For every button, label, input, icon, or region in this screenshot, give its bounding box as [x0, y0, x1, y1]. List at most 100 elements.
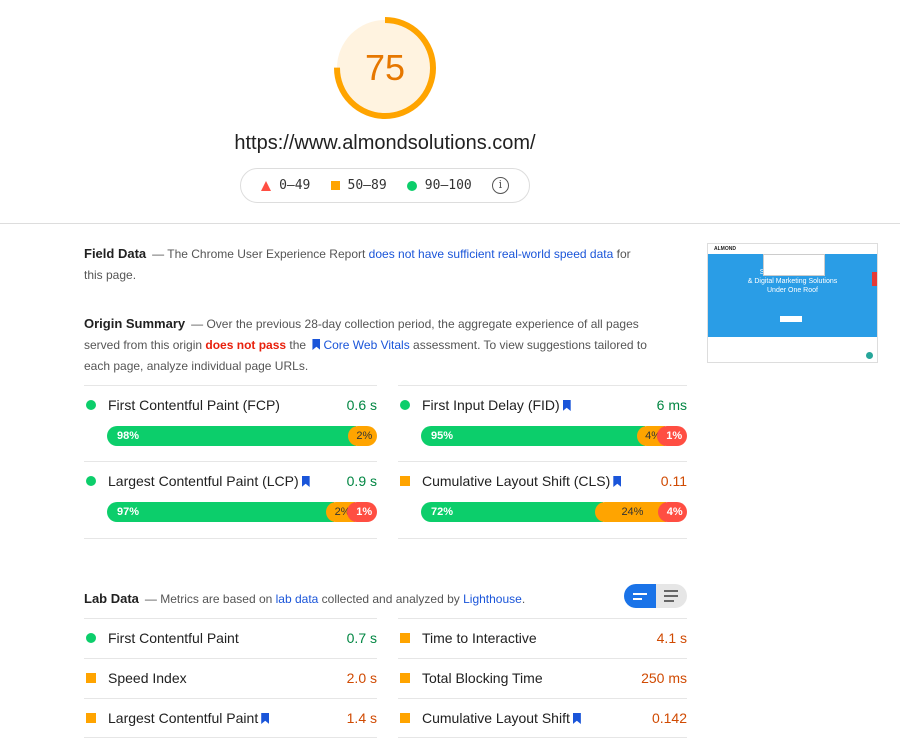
metric-row: Largest Contentful Paint (LCP) 0.9 s — [86, 471, 377, 491]
metric-row: Cumulative Layout Shift (CLS) 0.11 — [400, 471, 687, 491]
metric-name: First Contentful Paint (FCP) — [108, 397, 347, 413]
core-web-vitals-link[interactable]: Core Web Vitals — [323, 338, 409, 352]
metric-value: 4.1 s — [656, 630, 687, 646]
square-icon — [330, 181, 340, 190]
metric-value: 0.142 — [651, 710, 687, 726]
divider — [398, 538, 687, 539]
poor-segment: 1% — [347, 502, 377, 522]
metric-name-text: Total Blocking Time — [422, 670, 543, 686]
metric-name-text: Largest Contentful Paint — [108, 710, 259, 726]
metric-name-text: Cumulative Layout Shift — [422, 710, 570, 726]
metric-value: 250 ms — [641, 670, 687, 686]
thumb-logo: ALMOND — [714, 246, 736, 252]
metric-name: Largest Contentful Paint (LCP) — [108, 473, 347, 489]
good-segment: 97% — [107, 502, 334, 522]
divider — [84, 538, 377, 539]
bookmark-icon — [312, 339, 321, 350]
field-data-text: — The Chrome User Experience Report — [152, 247, 369, 261]
expanded-view-button[interactable] — [655, 584, 687, 608]
good-segment: 98% — [107, 426, 356, 446]
info-icon[interactable]: i — [491, 177, 509, 194]
distribution-bar: 97% 2% 1% — [107, 502, 377, 522]
metric-row: Speed Index 2.0 s — [86, 668, 377, 688]
triangle-icon — [261, 180, 272, 191]
distribution-bar: 72% 24% 4% — [421, 502, 687, 522]
circle-icon — [406, 180, 417, 191]
bookmark-icon — [562, 400, 571, 411]
metric-name: Cumulative Layout Shift (CLS) — [422, 473, 661, 489]
pass-circle-icon — [86, 633, 96, 643]
metric-value: 0.6 s — [346, 397, 377, 413]
thumb-headline-3: Under One Roof — [767, 287, 818, 294]
metric-name: Time to Interactive — [422, 630, 657, 646]
divider — [398, 698, 687, 699]
divider — [84, 461, 377, 462]
origin-summary-title: Origin Summary — [84, 316, 186, 331]
field-data-link[interactable]: does not have sufficient real-world spee… — [369, 247, 614, 261]
divider — [398, 461, 687, 462]
lab-data-section: Lab Data — Metrics are based on lab data … — [84, 588, 604, 610]
distribution-bar: 95% 4% 1% — [421, 426, 687, 446]
metric-name-text: First Contentful Paint (FCP) — [108, 397, 280, 413]
page-screenshot-thumbnail: ALMOND SEO Website Design & Digital Mark… — [707, 243, 878, 363]
divider — [0, 223, 900, 224]
metric-row: First Contentful Paint (FCP) 0.6 s — [86, 395, 377, 415]
average-square-icon — [400, 633, 410, 643]
distribution-bar: 98% 2% — [107, 426, 377, 446]
bookmark-icon — [572, 713, 581, 724]
good-segment: 72% — [421, 502, 603, 522]
legend-pass: 90–100 — [424, 178, 472, 193]
lab-text-2: collected and analyzed by — [318, 592, 464, 606]
bookmark-icon — [613, 476, 622, 487]
compact-view-button[interactable] — [624, 584, 656, 608]
assessment-status: does not pass — [205, 338, 287, 352]
pass-circle-icon — [400, 400, 410, 410]
metric-name: Speed Index — [108, 670, 347, 686]
metric-name: First Input Delay (FID) — [422, 397, 657, 413]
divider — [84, 618, 377, 619]
metric-row: Largest Contentful Paint 1.4 s — [86, 708, 377, 728]
metric-value: 0.9 s — [346, 473, 377, 489]
average-square-icon — [86, 713, 96, 723]
divider — [84, 385, 377, 386]
divider — [398, 658, 687, 659]
needs-improvement-segment: 2% — [347, 426, 377, 446]
metric-row: Cumulative Layout Shift 0.142 — [400, 708, 687, 728]
lab-data-link[interactable]: lab data — [276, 592, 319, 606]
average-square-icon — [400, 476, 410, 486]
performance-score: 75 — [364, 47, 406, 88]
lab-data-title: Lab Data — [84, 591, 139, 606]
metric-name-text: First Input Delay (FID) — [422, 397, 560, 413]
metric-value: 0.7 s — [346, 630, 377, 646]
view-toggle[interactable] — [624, 584, 687, 608]
lab-text-3: . — [521, 592, 526, 606]
metric-value: 2.0 s — [346, 670, 377, 686]
legend-average: 50–89 — [347, 178, 387, 193]
divider — [84, 737, 377, 738]
metric-name-text: Time to Interactive — [422, 630, 537, 646]
metric-name: Total Blocking Time — [422, 670, 641, 686]
metric-row: Total Blocking Time 250 ms — [400, 668, 687, 688]
bookmark-icon — [301, 476, 310, 487]
divider — [398, 737, 687, 738]
metric-name-text: Speed Index — [108, 670, 187, 686]
metric-value: 1.4 s — [346, 710, 377, 726]
metric-name: Cumulative Layout Shift — [422, 710, 652, 726]
metric-name-text: Largest Contentful Paint (LCP) — [108, 473, 299, 489]
thumb-headline-2: & Digital Marketing Solutions — [747, 278, 838, 285]
field-data-title: Field Data — [84, 246, 147, 261]
metric-value: 0.11 — [660, 473, 687, 489]
needs-improvement-segment: 24% — [594, 502, 667, 522]
metric-value: 6 ms — [656, 397, 687, 413]
lighthouse-link[interactable]: Lighthouse — [463, 592, 522, 606]
average-square-icon — [86, 673, 96, 683]
average-square-icon — [400, 673, 410, 683]
good-segment: 95% — [421, 426, 645, 446]
metric-row: First Contentful Paint 0.7 s — [86, 628, 377, 648]
lab-text: — Metrics are based on — [144, 592, 276, 606]
metric-row: First Input Delay (FID) 6 ms — [400, 395, 687, 415]
average-square-icon — [400, 713, 410, 723]
poor-segment: 4% — [658, 502, 687, 522]
divider — [398, 385, 687, 386]
divider — [84, 658, 377, 659]
